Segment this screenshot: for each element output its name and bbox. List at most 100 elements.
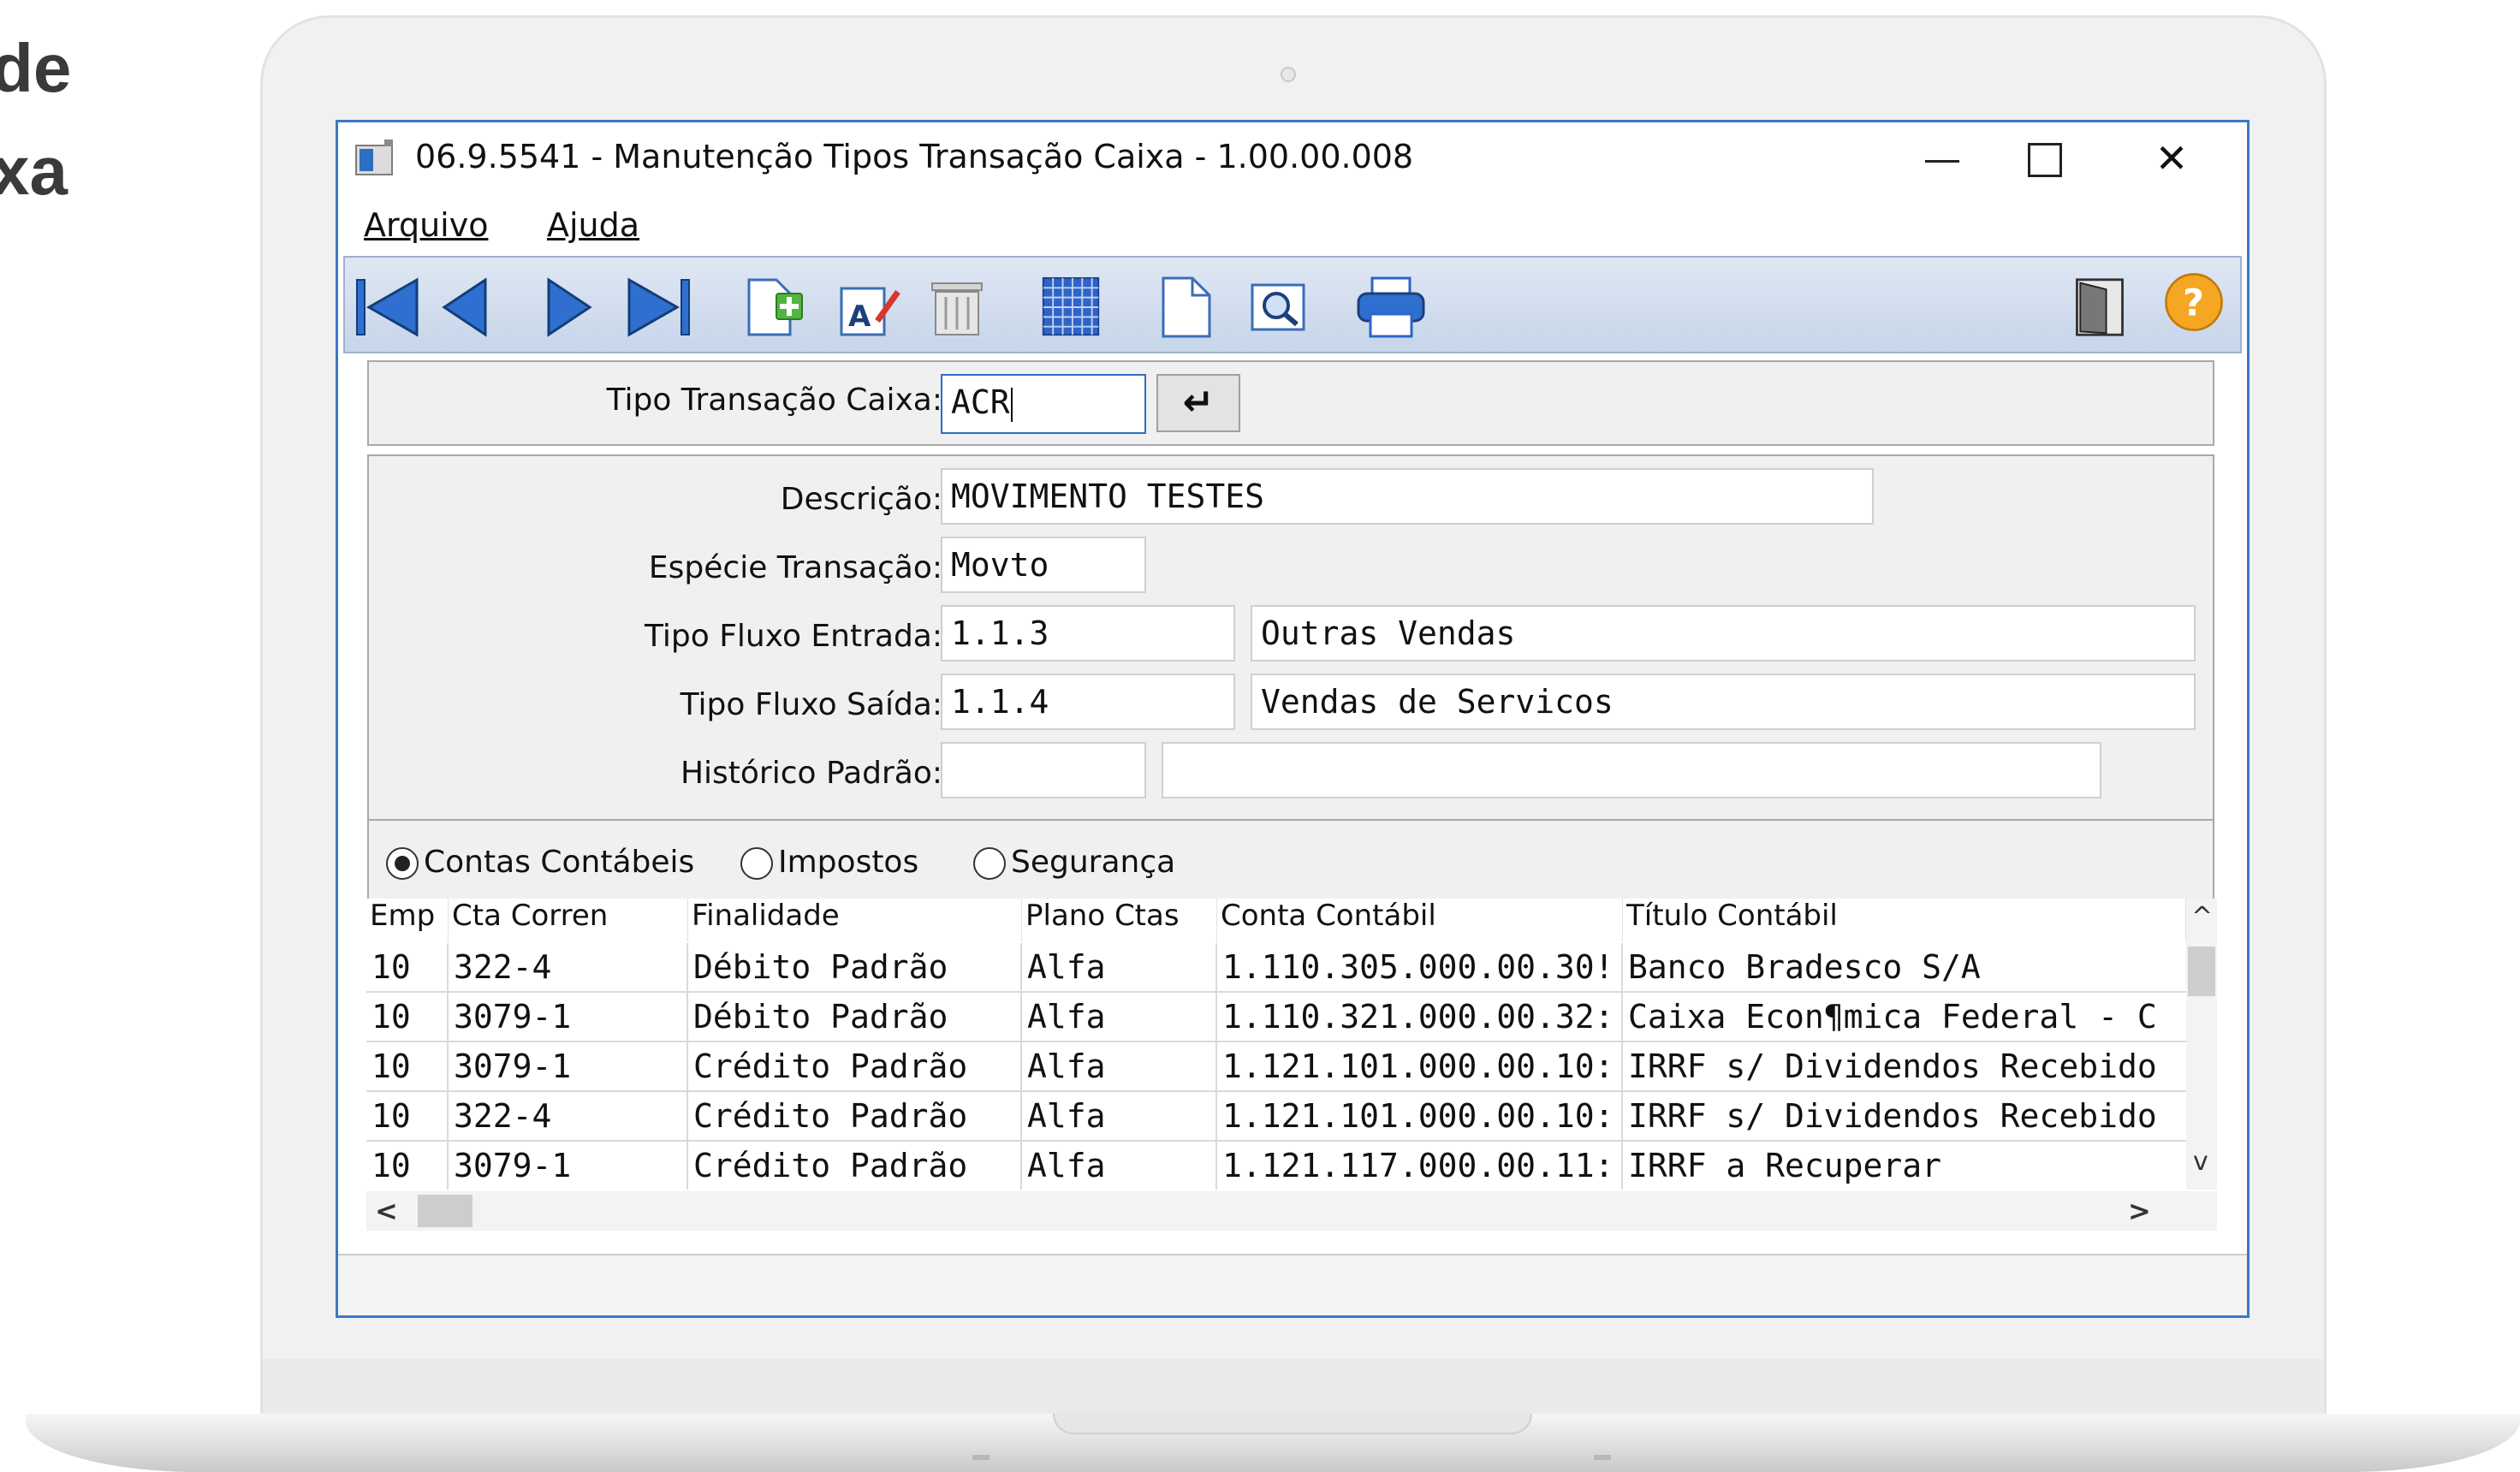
scroll-down-icon[interactable]: v (2193, 1147, 2208, 1177)
slide-title: de xa (0, 17, 71, 223)
slide-title-line-2: xa (0, 133, 68, 209)
svg-text:A: A (848, 300, 871, 334)
vertical-scrollbar[interactable]: ^ v (2186, 899, 2217, 1190)
cell-emp: 10 (366, 993, 449, 1041)
menu-ajuda[interactable]: Ajuda (547, 206, 639, 244)
laptop-camera (1281, 67, 1296, 82)
descricao-input[interactable]: MOVIMENTO TESTES (941, 468, 1874, 525)
table-row[interactable]: 10 322-4 Débito Padrão Alfa 1.110.305.00… (366, 943, 2186, 993)
table-row[interactable]: 10 322-4 Crédito Padrão Alfa 1.121.101.0… (366, 1092, 2186, 1142)
new-record-icon[interactable] (742, 276, 811, 338)
cell-finalidade: Crédito Padrão (688, 1042, 1022, 1090)
svg-text:?: ? (2183, 282, 2204, 324)
cell-cta-corren: 3079-1 (449, 993, 688, 1041)
scroll-up-icon[interactable]: ^ (2191, 902, 2213, 932)
cell-cta-corren: 3079-1 (449, 1042, 688, 1090)
cell-titulo-contabil: IRRF a Recuperar (1628, 1147, 1942, 1184)
especie-input[interactable]: Movto (941, 537, 1146, 593)
cell-cta-corren: 3079-1 (449, 1142, 688, 1190)
menu-arquivo[interactable]: Arquivo (364, 206, 488, 244)
calendar-grid-icon[interactable] (1038, 276, 1103, 338)
preview-icon[interactable] (1247, 276, 1316, 338)
cell-emp: 10 (366, 943, 449, 991)
especie-label: Espécie Transação: (648, 550, 942, 585)
table-row[interactable]: 10 3079-1 Crédito Padrão Alfa 1.121.117.… (366, 1142, 2186, 1191)
header-panel: Tipo Transação Caixa: ACR ↵ (367, 360, 2214, 446)
previous-record-icon[interactable] (439, 276, 490, 338)
cell-conta-contabil: 1.121.101.000.00.10: (1217, 1092, 1623, 1140)
radio-seguranca[interactable]: Segurança (973, 845, 1175, 880)
cell-titulo-contabil: Caixa Econ¶mica Federal - C (1628, 998, 2157, 1036)
laptop-notch (1053, 1414, 1532, 1434)
col-header-cta-corren[interactable]: Cta Corren (449, 899, 688, 941)
col-header-titulo-contabil[interactable]: Título Contábil (1623, 899, 2186, 941)
vertical-scroll-thumb[interactable] (2188, 947, 2215, 996)
historico-desc-field (1162, 742, 2101, 798)
historico-code-input[interactable] (941, 742, 1146, 798)
app-icon (355, 139, 393, 175)
fluxo-entrada-code-input[interactable]: 1.1.3 (941, 605, 1235, 662)
maximize-button[interactable] (1992, 131, 2095, 186)
table-row[interactable]: 10 3079-1 Débito Padrão Alfa 1.110.321.0… (366, 993, 2186, 1042)
fluxo-saida-label: Tipo Fluxo Saída: (680, 687, 942, 722)
table-row[interactable]: 10 3079-1 Crédito Padrão Alfa 1.121.101.… (366, 1042, 2186, 1092)
cell-cta-corren: 322-4 (449, 1092, 688, 1140)
toolbar: A ? (343, 256, 2242, 353)
fluxo-saida-code-input[interactable]: 1.1.4 (941, 674, 1235, 730)
cell-conta-contabil: 1.121.117.000.00.11: (1217, 1142, 1623, 1190)
window-title: 06.9.5541 - Manutenção Tipos Transação C… (415, 138, 1414, 175)
col-header-conta-contabil[interactable]: Conta Contábil (1217, 899, 1623, 941)
cell-finalidade: Crédito Padrão (688, 1142, 1022, 1190)
text-cursor (1010, 387, 1013, 422)
first-record-icon[interactable] (354, 276, 422, 338)
cell-finalidade: Débito Padrão (688, 943, 1022, 991)
cell-plano-ctas: Alfa (1022, 943, 1217, 991)
next-record-icon[interactable] (544, 276, 595, 338)
print-icon[interactable] (1355, 276, 1427, 338)
fluxo-saida-desc-field: Vendas de Servicos (1251, 674, 2196, 730)
radio-contas-contabeis[interactable]: Contas Contábeis (386, 845, 694, 880)
radio-impostos-label: Impostos (778, 845, 919, 880)
radio-selected-indicator (386, 847, 419, 880)
last-record-icon[interactable] (624, 276, 692, 338)
menu-arquivo-label: Arquivo (364, 206, 489, 244)
radio-indicator (973, 847, 1006, 880)
cell-emp: 10 (366, 1092, 449, 1140)
close-button[interactable]: ✕ (2120, 131, 2223, 186)
slide-title-line-1: de (0, 30, 72, 106)
cell-plano-ctas: Alfa (1022, 1042, 1217, 1090)
col-header-finalidade[interactable]: Finalidade (688, 899, 1022, 941)
cell-conta-contabil: 1.121.101.000.00.10: (1217, 1042, 1623, 1090)
enter-arrow-icon: ↵ (1182, 381, 1215, 424)
col-header-emp[interactable]: Emp (366, 899, 449, 941)
edit-record-icon[interactable]: A (836, 276, 905, 338)
tipo-transacao-input[interactable]: ACR (941, 374, 1146, 434)
blank-document-icon[interactable] (1156, 276, 1216, 338)
cell-finalidade: Débito Padrão (688, 993, 1022, 1041)
accounts-table: Emp Cta Corren Finalidade Plano Ctas Con… (366, 899, 2217, 1234)
cell-emp: 10 (366, 1042, 449, 1090)
title-bar: 06.9.5541 - Manutenção Tipos Transação C… (338, 122, 2247, 194)
exit-door-icon[interactable] (2069, 276, 2131, 338)
cell-emp: 10 (366, 1142, 449, 1190)
help-icon[interactable]: ? (2158, 271, 2230, 333)
laptop-foot-right (1594, 1455, 1611, 1460)
col-header-plano-ctas[interactable]: Plano Ctas (1022, 899, 1217, 941)
delete-record-icon[interactable] (927, 276, 987, 338)
tipo-transacao-value: ACR (951, 383, 1010, 421)
cell-finalidade: Crédito Padrão (688, 1092, 1022, 1140)
cell-plano-ctas: Alfa (1022, 1142, 1217, 1190)
scroll-left-icon[interactable]: < (375, 1195, 398, 1227)
horizontal-scroll-thumb[interactable] (418, 1195, 472, 1227)
cell-plano-ctas: Alfa (1022, 993, 1217, 1041)
radio-impostos[interactable]: Impostos (740, 845, 918, 880)
laptop-foot-left (972, 1455, 990, 1460)
cell-titulo-contabil: IRRF s/ Dividendos Recebido (1628, 1048, 2157, 1085)
scroll-right-icon[interactable]: > (2128, 1195, 2151, 1227)
horizontal-scrollbar[interactable]: < > (366, 1191, 2217, 1231)
cell-conta-contabil: 1.110.305.000.00.30! (1217, 943, 1623, 991)
minimize-button[interactable] (1891, 131, 1994, 186)
historico-label: Histórico Padrão: (680, 756, 942, 791)
status-bar (338, 1254, 2247, 1315)
confirm-button[interactable]: ↵ (1156, 374, 1240, 432)
